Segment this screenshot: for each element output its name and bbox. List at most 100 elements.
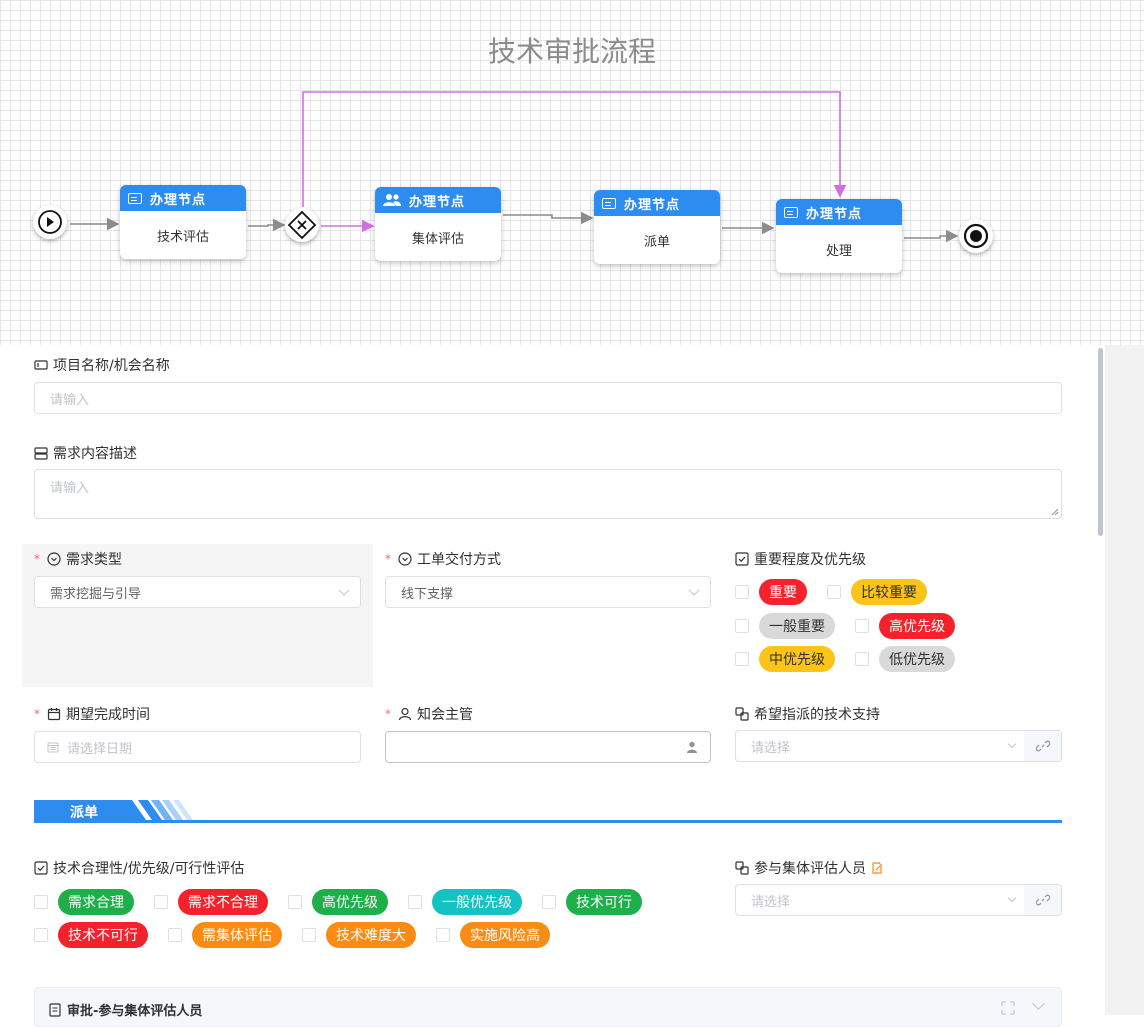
node-type-label: 办理节点 [150,192,207,208]
calendar-icon [47,708,61,721]
checkbox-icon [34,861,48,875]
relation-icon [735,707,749,721]
start-event[interactable] [33,205,67,239]
option-checkbox[interactable] [436,928,450,942]
panel-title: 审批-参与集体评估人员 [67,1004,203,1019]
stop-icon [963,223,989,249]
evaluation-label: 技术合理性/优先级/可行性评估 [34,858,244,878]
edit-doc-icon[interactable] [871,862,883,874]
option-checkbox[interactable] [735,585,749,599]
priority-label: 重要程度及优先级 [735,549,866,569]
node-header: 办理节点 [120,185,246,211]
participants-select[interactable]: 请选择 [735,884,1062,916]
option-tag[interactable]: 需求合理 [58,889,134,915]
select-circle-icon [47,552,61,566]
option-checkbox[interactable] [855,652,869,666]
option-checkbox[interactable] [154,895,168,909]
resize-handle-icon[interactable] [1051,508,1059,516]
due-date-label: * 期望完成时间 [34,707,150,723]
option-tag[interactable]: 一般优先级 [432,889,522,915]
node-type-label: 办理节点 [806,206,863,222]
option-checkbox[interactable] [168,928,182,942]
option-checkbox[interactable] [735,652,749,666]
option-checkbox[interactable] [735,619,749,633]
option-checkbox[interactable] [855,619,869,633]
section-header-dispatch: 派单 [34,800,1062,824]
node-type-label: 办理节点 [624,197,681,213]
demand-type-select[interactable]: 需求挖掘与引导 [34,576,361,608]
edge-eval-to-gateway [248,218,286,232]
document-icon [49,1002,61,1017]
scrollbar-track[interactable] [1105,345,1144,1015]
option-tag[interactable]: 比较重要 [851,579,927,605]
edge-handle-to-end [904,229,959,243]
option-checkbox[interactable] [34,895,48,909]
edge-group-to-dispatch [503,211,594,225]
form-card-icon [602,197,616,209]
user-icon [398,707,412,721]
option-tag[interactable]: 技术不可行 [58,922,148,948]
project-name-label: 项目名称/机会名称 [34,355,170,375]
gateway-x-icon [287,210,317,240]
option-checkbox[interactable] [302,928,316,942]
option-tag[interactable]: 高优先级 [312,889,388,915]
option-tag[interactable]: 实施风险高 [460,922,550,948]
link-button[interactable] [1024,731,1061,761]
due-date-picker[interactable]: 请选择日期 [34,731,361,763]
option-checkbox[interactable] [408,895,422,909]
chevron-down-icon [1007,739,1017,749]
node-name: 技术评估 [156,229,209,245]
option-tag[interactable]: 低优先级 [879,646,955,672]
node-header: 办理节点 [594,190,720,216]
node-group-eval[interactable]: 办理节点 集体评估 [375,187,501,261]
node-header: 办理节点 [375,187,501,213]
option-checkbox[interactable] [34,928,48,942]
calendar-icon [47,742,59,753]
fullscreen-icon[interactable] [1001,1001,1015,1015]
option-tag[interactable]: 一般重要 [759,613,835,639]
textarea-icon [34,446,48,460]
exclusive-gateway[interactable] [285,208,319,242]
users-icon [383,194,401,206]
node-tech-eval[interactable]: 办理节点 技术评估 [120,185,246,259]
demand-desc-label: 需求内容描述 [34,443,137,463]
node-name: 处理 [825,243,852,259]
option-checkbox[interactable] [827,585,841,599]
delivery-label: * 工单交付方式 [385,552,501,568]
scrollbar-thumb[interactable] [1098,348,1103,536]
node-handle[interactable]: 办理节点 处理 [776,199,902,273]
node-name: 派单 [643,234,670,250]
option-tag[interactable]: 需集体评估 [192,922,282,948]
delivery-select[interactable]: 线下支撑 [385,576,711,608]
flow-edges [70,91,959,243]
chevron-down-icon [1007,893,1017,903]
select-circle-icon [398,552,412,566]
approval-panel-header[interactable]: 审批-参与集体评估人员 [34,987,1062,1027]
option-tag[interactable]: 技术难度大 [326,922,416,948]
option-tag[interactable]: 需求不合理 [178,889,268,915]
option-checkbox[interactable] [288,895,302,909]
user-icon[interactable] [686,741,698,753]
tech-support-select[interactable]: 请选择 [735,730,1062,762]
option-tag[interactable]: 技术可行 [566,889,642,915]
chevron-down-icon[interactable] [1032,997,1045,1010]
form-card-icon [128,192,142,204]
node-type-label: 办理节点 [409,194,466,210]
node-dispatch[interactable]: 办理节点 派单 [594,190,720,264]
option-tag[interactable]: 重要 [759,579,807,605]
link-icon [1035,894,1050,906]
project-name-input[interactable]: 请输入 [34,382,1062,414]
link-icon [1035,740,1050,752]
node-name: 集体评估 [411,231,464,247]
link-button[interactable] [1024,885,1061,915]
chevron-down-icon [338,584,350,596]
option-checkbox[interactable] [542,895,556,909]
option-tag[interactable]: 中优先级 [759,646,835,672]
section-banner [34,800,1062,823]
tech-support-label: 希望指派的技术支持 [735,704,880,724]
play-icon [38,210,62,234]
option-tag[interactable]: 高优先级 [879,613,955,639]
manager-picker[interactable] [385,731,711,763]
demand-desc-textarea[interactable]: 请输入 [34,469,1062,519]
end-event[interactable] [959,219,993,253]
